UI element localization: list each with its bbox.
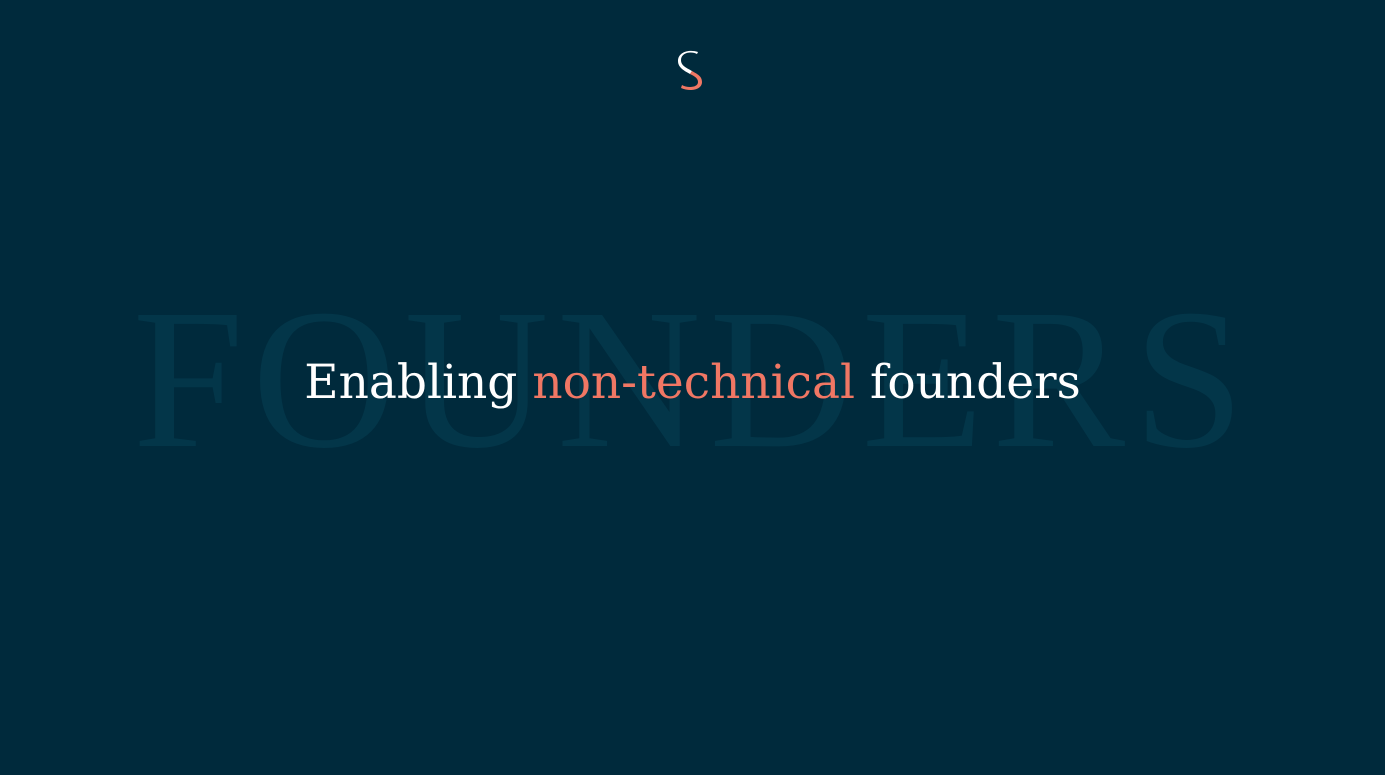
s-logo-icon [678,50,702,90]
brand-logo[interactable] [675,50,707,92]
headline-highlight: non-technical [532,355,856,410]
headline-text-end: founders [855,355,1081,410]
headline-text-start: Enabling [304,355,533,410]
landing-page: FOUNDERS Enabling non-technical founders [0,0,1385,775]
hero-headline: Enabling non-technical founders [0,352,1385,414]
